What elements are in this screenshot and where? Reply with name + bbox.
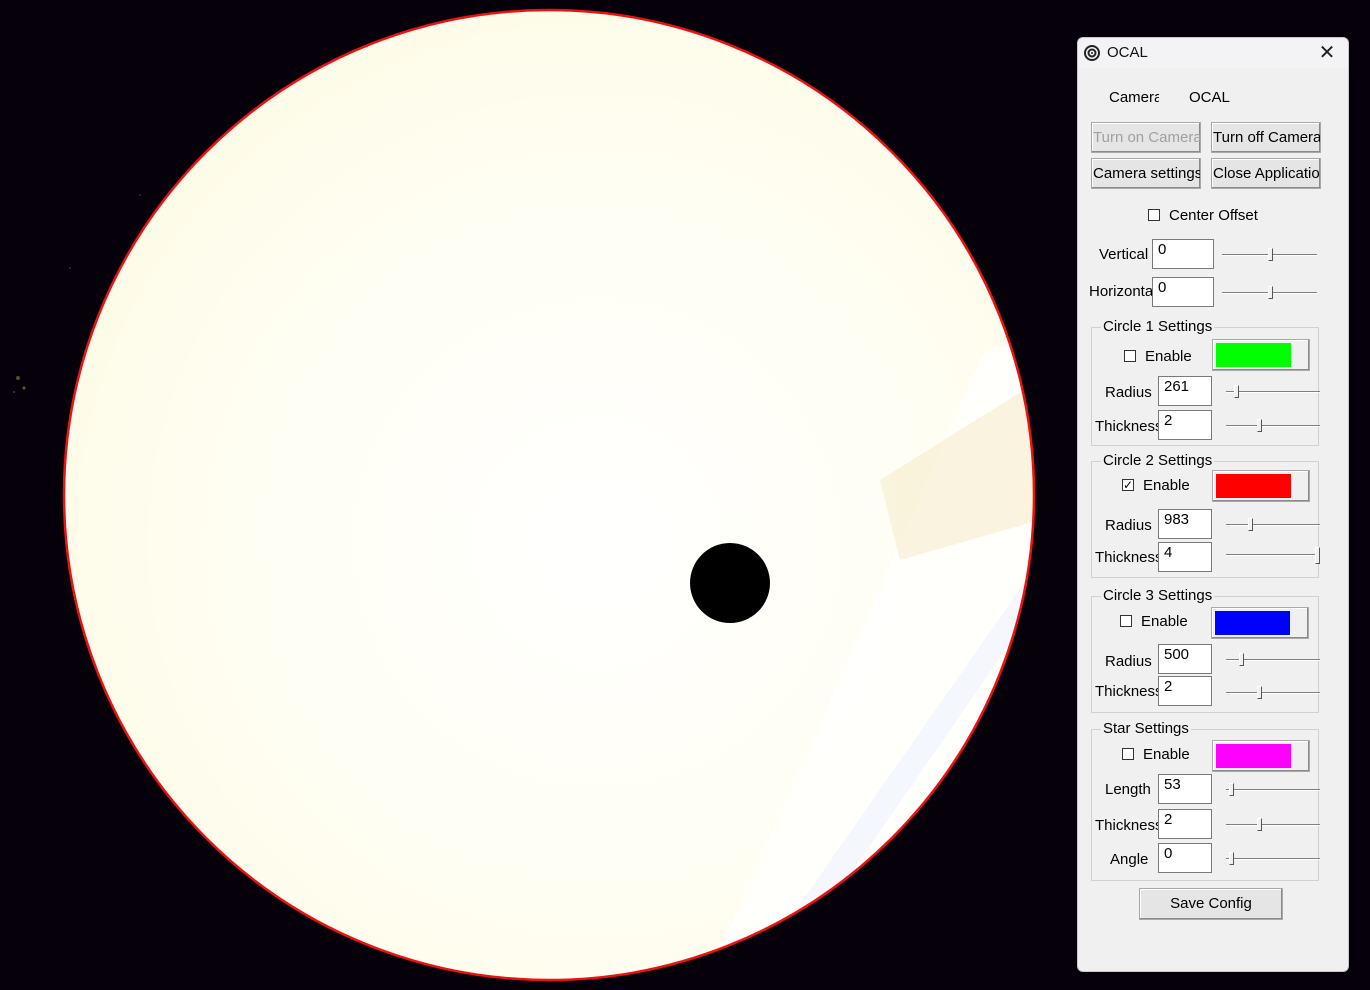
circle-2-radius-label: Radius — [1105, 517, 1152, 534]
star-group: Star Settings Enable Length 53 Thickness… — [1091, 720, 1320, 881]
turn-off-camera-button[interactable]: Turn off Camera — [1211, 122, 1321, 153]
star-length-slider[interactable] — [1226, 783, 1320, 797]
star-length-label: Length — [1105, 781, 1151, 798]
slider-thumb[interactable] — [1257, 419, 1262, 432]
circle-3-title: Circle 3 Settings — [1101, 587, 1215, 604]
circle-1-radius-label: Radius — [1105, 384, 1152, 401]
circle-3-radius-slider[interactable] — [1226, 653, 1320, 667]
circle-1-color-swatch — [1216, 343, 1291, 367]
circle-2-radius-input[interactable]: 983 — [1158, 509, 1212, 539]
circle-3-thickness-slider[interactable] — [1226, 686, 1320, 700]
circle-1-title: Circle 1 Settings — [1101, 318, 1215, 335]
circle-3-radius-label: Radius — [1105, 653, 1152, 670]
circle-1-thickness-slider[interactable] — [1226, 419, 1320, 433]
horizontal-offset-input[interactable]: 0 — [1152, 277, 1214, 307]
circle-2-color-button[interactable] — [1212, 470, 1310, 502]
close-icon[interactable]: ✕ — [1312, 40, 1342, 66]
circle-1-group: Circle 1 Settings Enable Radius 261 Thic… — [1091, 318, 1320, 446]
star-title: Star Settings — [1101, 720, 1191, 737]
star-angle-input[interactable]: 0 — [1158, 843, 1212, 873]
turn-on-camera-button[interactable]: Turn on Camera — [1091, 122, 1201, 153]
circle-2-enable-checkbox[interactable]: ✓ — [1122, 479, 1134, 491]
slider-thumb[interactable] — [1229, 852, 1234, 865]
circle-1-radius-input[interactable]: 261 — [1158, 376, 1212, 406]
circle-1-color-button[interactable] — [1212, 339, 1310, 371]
title-bar[interactable]: OCAL ✕ — [1078, 38, 1348, 68]
camera-name: OCAL — [1189, 89, 1230, 106]
window-title: OCAL — [1107, 44, 1148, 61]
camera-view — [0, 0, 1075, 990]
star-thickness-input[interactable]: 2 — [1158, 809, 1212, 839]
slider-thumb[interactable] — [1239, 653, 1244, 666]
camera-label: Camera — [1109, 89, 1159, 106]
circle-2-color-swatch — [1216, 474, 1291, 498]
center-dot — [690, 543, 770, 623]
star-angle-slider[interactable] — [1226, 852, 1320, 866]
save-config-button[interactable]: Save Config — [1139, 888, 1283, 920]
star-color-button[interactable] — [1212, 740, 1310, 772]
circle-1-enable-checkbox[interactable] — [1124, 350, 1136, 362]
slider-thumb[interactable] — [1257, 686, 1262, 699]
slider-thumb[interactable] — [1268, 248, 1273, 261]
slider-thumb[interactable] — [1257, 818, 1262, 831]
center-offset-checkbox[interactable] — [1148, 209, 1160, 221]
vertical-offset-input[interactable]: 0 — [1152, 239, 1214, 269]
circle-2-title: Circle 2 Settings — [1101, 452, 1215, 469]
horizontal-label: Horizontal — [1089, 283, 1152, 300]
circle-3-color-button[interactable] — [1211, 607, 1309, 639]
slider-thumb[interactable] — [1229, 783, 1234, 796]
circle-2-thickness-input[interactable]: 4 — [1158, 542, 1212, 572]
camera-settings-button[interactable]: Camera settings — [1091, 158, 1201, 189]
vertical-offset-slider[interactable] — [1222, 248, 1317, 262]
vertical-label: Vertical — [1099, 246, 1149, 263]
horizontal-offset-slider[interactable] — [1222, 286, 1317, 300]
circle-3-thickness-input[interactable]: 2 — [1158, 676, 1212, 706]
circle-1-radius-slider[interactable] — [1226, 385, 1320, 399]
circle-2-enable-label: Enable — [1143, 477, 1190, 494]
circle-1-enable-label: Enable — [1145, 348, 1192, 365]
ocal-target-icon — [1084, 45, 1100, 61]
slider-thumb[interactable] — [1315, 547, 1320, 564]
star-color-swatch — [1216, 744, 1291, 768]
circle-2-radius-slider[interactable] — [1226, 518, 1320, 532]
star-thickness-slider[interactable] — [1226, 818, 1320, 832]
circle-3-group: Circle 3 Settings Enable Radius 500 Thic… — [1091, 587, 1320, 713]
star-thickness-label: Thickness — [1095, 817, 1158, 834]
circle-2-group: Circle 2 Settings ✓ Enable Radius 983 Th… — [1091, 452, 1320, 578]
star-enable-label: Enable — [1143, 746, 1190, 763]
close-application-button[interactable]: Close Application — [1211, 158, 1321, 189]
circle-2-thickness-slider[interactable] — [1226, 547, 1320, 564]
slider-thumb[interactable] — [1234, 385, 1239, 398]
star-angle-label: Angle — [1110, 851, 1149, 868]
circle-2-thickness-label: Thickness — [1095, 549, 1158, 566]
slider-thumb[interactable] — [1248, 518, 1253, 531]
circle-3-color-swatch — [1215, 611, 1290, 635]
camera-frame — [0, 0, 1075, 990]
slider-thumb[interactable] — [1268, 286, 1273, 299]
circle-3-radius-input[interactable]: 500 — [1158, 644, 1212, 674]
circle-3-enable-checkbox[interactable] — [1120, 615, 1132, 627]
ocal-panel: OCAL ✕ Camera OCAL Turn on Camera Turn o… — [1077, 37, 1349, 972]
star-length-input[interactable]: 53 — [1158, 774, 1212, 804]
star-enable-checkbox[interactable] — [1122, 748, 1134, 760]
circle-3-enable-label: Enable — [1141, 613, 1188, 630]
circle-1-thickness-input[interactable]: 2 — [1158, 410, 1212, 440]
circle-1-thickness-label: Thickness — [1095, 418, 1158, 435]
circle-3-thickness-label: Thickness — [1095, 683, 1158, 700]
center-offset-label: Center Offset — [1169, 207, 1258, 224]
